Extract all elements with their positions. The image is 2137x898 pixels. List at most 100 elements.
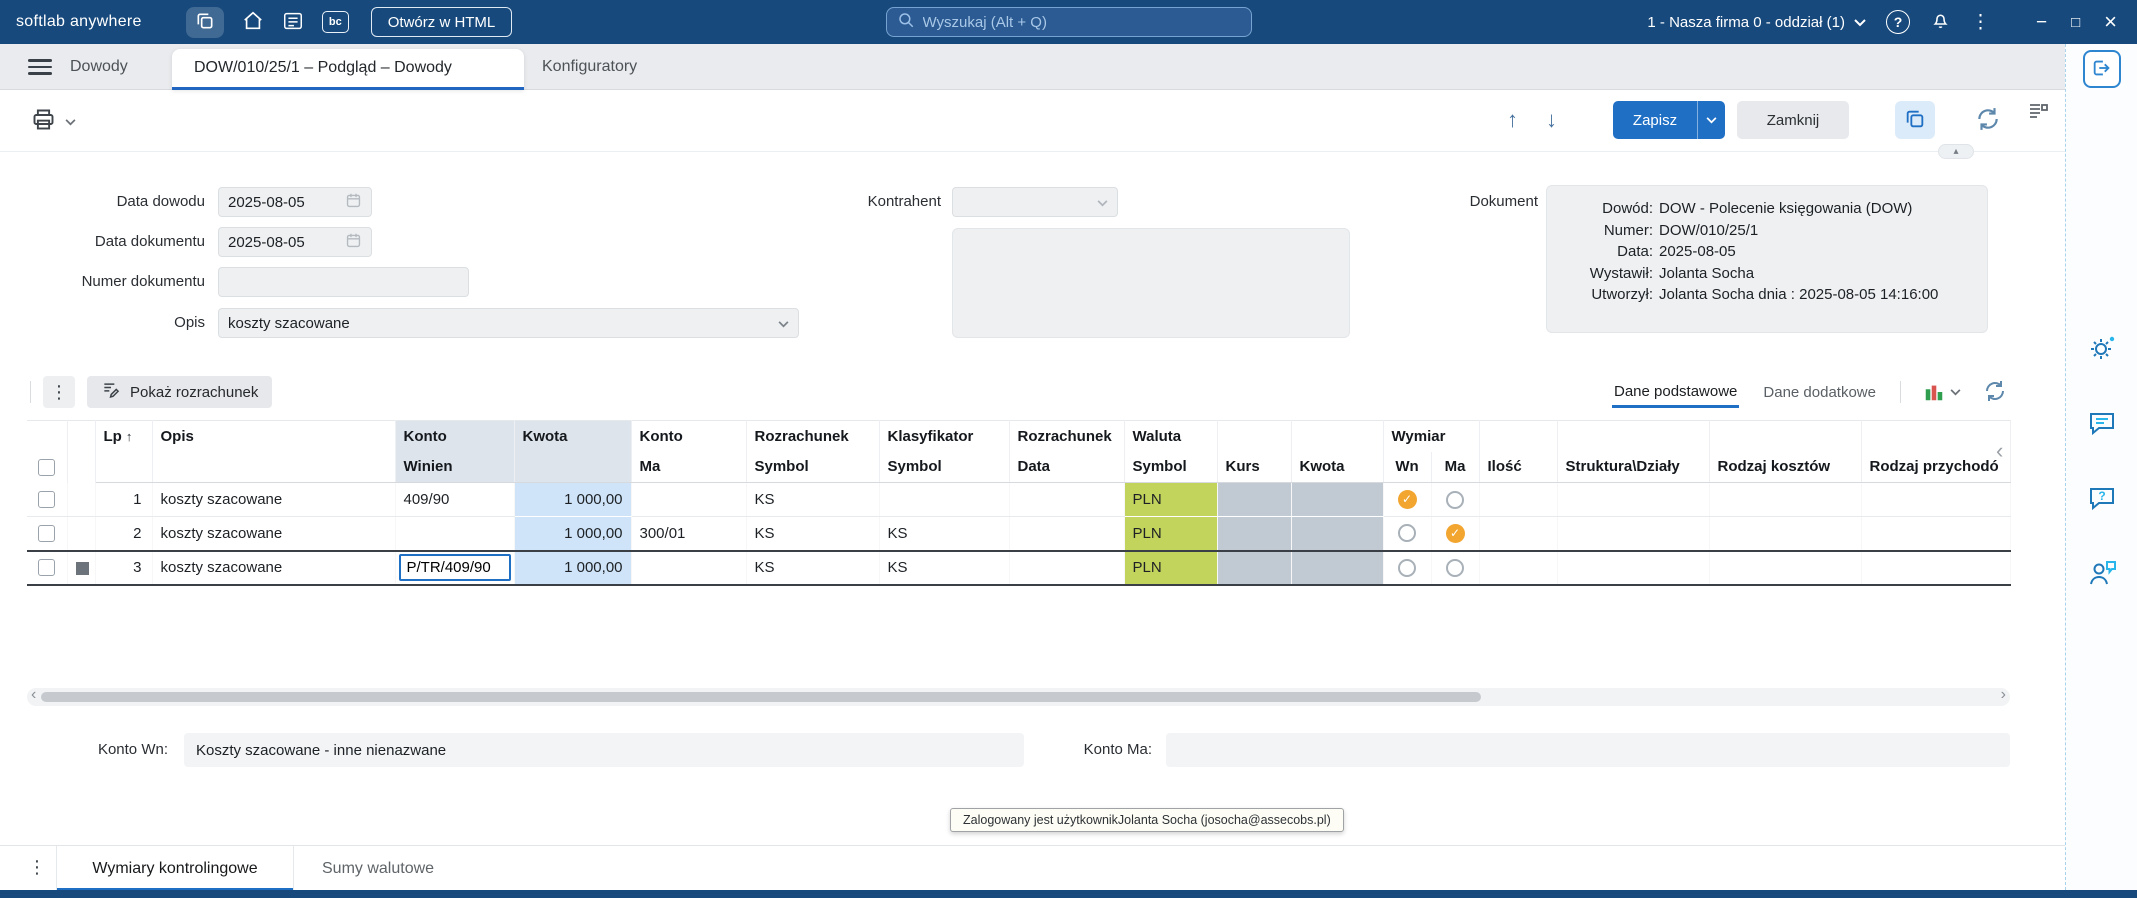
cell-rozrachunek-data[interactable] [1009, 516, 1124, 551]
data-dokumentu-field[interactable]: 2025-08-05 [218, 227, 372, 257]
cell-klasyfikator-symbol[interactable]: KS [879, 516, 1009, 551]
print-button[interactable] [30, 106, 76, 138]
header-scroll-left-icon[interactable]: ‹ [1996, 438, 2003, 464]
tab-dane-dodatkowe[interactable]: Dane dodatkowe [1761, 378, 1878, 407]
save-button[interactable]: Zapisz [1613, 101, 1725, 139]
wymiar-wn-radio[interactable] [1398, 558, 1416, 577]
notifications-button[interactable] [1930, 6, 1951, 38]
help-chat-button[interactable]: ? [2084, 481, 2120, 517]
tab-dane-podstawowe[interactable]: Dane podstawowe [1611, 377, 1740, 408]
wymiar-ma-radio[interactable] [1446, 490, 1464, 509]
maximize-button[interactable]: □ [2071, 15, 2080, 30]
tab-sumy-walutowe[interactable]: Sumy walutowe [322, 846, 434, 891]
col-header-rozrachunek-data[interactable]: Rozrachunek [1009, 420, 1125, 452]
cell-ilosc[interactable] [1479, 482, 1558, 517]
col-header-konto-winien[interactable]: Konto [395, 420, 515, 452]
col-subheader-kurs[interactable]: Kurs [1217, 451, 1292, 483]
cell-waluta[interactable]: PLN [1124, 482, 1217, 517]
company-selector[interactable]: 1 - Nasza firma 0 - oddział (1) [1647, 14, 1866, 31]
konto-winien-edit-input[interactable] [398, 554, 511, 581]
close-document-button[interactable]: Zamknij [1737, 101, 1849, 139]
cell-waluta[interactable]: PLN [1124, 549, 1217, 586]
row-checkbox[interactable] [38, 559, 56, 577]
col-header-rozrachunek[interactable]: Rozrachunek [746, 420, 880, 452]
cell-rozrachunek-symbol[interactable]: KS [746, 516, 879, 551]
cell-lp[interactable]: 1 [95, 482, 152, 517]
col-header-lp[interactable]: Lp ↑ [95, 420, 153, 452]
consultant-button[interactable] [2084, 556, 2120, 592]
col-header-opis[interactable]: Opis [152, 420, 396, 452]
col-subheader-waluta-symbol[interactable]: Symbol [1124, 451, 1218, 483]
bc-badge-button[interactable]: bc [321, 11, 349, 33]
col-subheader-ma[interactable]: Ma [631, 451, 747, 483]
tab-list-icon[interactable] [2026, 99, 2050, 128]
topbar-menu-button[interactable]: ⋮ [1971, 6, 1990, 38]
cell-rodzaj-kosztow[interactable] [1709, 516, 1862, 551]
cell-rozrachunek-data[interactable] [1009, 482, 1124, 517]
show-settlement-button[interactable]: Pokaż rozrachunek [87, 376, 273, 408]
tab-active-document[interactable]: DOW/010/25/1 – Podgląd – Dowody [172, 49, 524, 90]
cell-kwota[interactable]: 1 000,00 [514, 482, 631, 517]
col-subheader-rozrachunek-data[interactable]: Data [1009, 451, 1125, 483]
cell-ilosc[interactable] [1479, 516, 1558, 551]
cell-konto-winien[interactable] [395, 516, 514, 551]
col-subheader-rodzaj-przychodow[interactable]: Rodzaj przychodó [1861, 451, 2011, 483]
col-subheader-rozrachunek-symbol[interactable]: Symbol [746, 451, 880, 483]
scroll-left-icon[interactable]: ‹ [31, 686, 36, 704]
cell-klasyfikator-symbol[interactable] [879, 482, 1009, 517]
grid-refresh-button[interactable] [1983, 379, 2007, 406]
col-header-rodzaj-przychodow-top[interactable] [1861, 420, 2011, 452]
col-header-konto-ma[interactable]: Konto [631, 420, 747, 452]
data-dowodu-field[interactable]: 2025-08-05 [218, 187, 372, 217]
cell-rodzaj-przychodow[interactable] [1861, 516, 2011, 551]
cell-kwota[interactable]: 1 000,00 [514, 549, 631, 586]
col-header-waluta[interactable]: Waluta [1124, 420, 1218, 452]
wymiar-wn-radio[interactable] [1397, 490, 1417, 509]
col-subheader-lp[interactable] [95, 451, 153, 483]
table-row[interactable]: 1 koszty szacowane 409/90 1 000,00 KS PL… [27, 482, 2011, 517]
numer-dokumentu-field[interactable] [218, 267, 469, 297]
cell-opis[interactable]: koszty szacowane [152, 482, 395, 517]
cell-rodzaj-kosztow[interactable] [1709, 549, 1862, 586]
journal-button[interactable] [282, 6, 304, 38]
navigate-down-button[interactable]: ↓ [1546, 109, 1557, 131]
collapse-header-button[interactable]: ▴ [1938, 144, 1974, 159]
grid-menu-button[interactable]: ⋮ [43, 376, 75, 408]
open-in-html-button[interactable]: Otwórz w HTML [370, 7, 513, 37]
duplicate-button[interactable] [1895, 101, 1935, 139]
cell-ilosc[interactable] [1479, 549, 1558, 586]
assistant-button[interactable] [2084, 331, 2120, 367]
navigate-up-button[interactable]: ↑ [1507, 109, 1518, 131]
table-row-selected[interactable]: 3 koszty szacowane 1 000,00 KS KS PLN [27, 549, 2011, 586]
tab-konfiguratory[interactable]: Konfiguratory [520, 44, 659, 90]
col-header-struktura-top[interactable] [1557, 420, 1710, 452]
calendar-icon[interactable] [345, 232, 362, 253]
cell-lp[interactable]: 2 [95, 516, 152, 551]
opis-combobox[interactable]: koszty szacowane [218, 308, 799, 338]
save-dropdown-chevron[interactable] [1697, 101, 1725, 139]
home-button[interactable] [242, 6, 264, 38]
share-button[interactable] [2083, 50, 2121, 88]
kontrahent-combobox[interactable] [952, 187, 1118, 217]
col-subheader-ma-dim[interactable]: Ma [1431, 451, 1480, 483]
wymiar-ma-radio[interactable] [1446, 558, 1464, 577]
cell-rozrachunek-data[interactable] [1009, 549, 1124, 586]
cell-rodzaj-kosztow[interactable] [1709, 482, 1862, 517]
col-subheader-winien[interactable]: Winien [395, 451, 515, 483]
cell-opis[interactable]: koszty szacowane [152, 549, 395, 586]
col-subheader-struktura[interactable]: Struktura\Działy [1557, 451, 1710, 483]
table-row[interactable]: 2 koszty szacowane 1 000,00 300/01 KS KS… [27, 516, 2011, 551]
cell-opis[interactable]: koszty szacowane [152, 516, 395, 551]
col-subheader-kwota[interactable] [514, 451, 632, 483]
col-header-rodzaj-kosztow-top[interactable] [1709, 420, 1862, 452]
cell-waluta[interactable]: PLN [1124, 516, 1217, 551]
cell-konto-ma[interactable] [631, 482, 746, 517]
cell-struktura[interactable] [1557, 482, 1710, 517]
cell-struktura[interactable] [1557, 549, 1710, 586]
scroll-right-icon[interactable]: › [2001, 686, 2006, 704]
col-subheader-opis[interactable] [152, 451, 396, 483]
cell-klasyfikator-symbol[interactable]: KS [879, 549, 1009, 586]
tab-wymiary-kontrolingowe[interactable]: Wymiary kontrolingowe [56, 846, 294, 891]
cell-lp[interactable]: 3 [95, 549, 152, 586]
wymiar-ma-radio[interactable] [1445, 523, 1465, 543]
